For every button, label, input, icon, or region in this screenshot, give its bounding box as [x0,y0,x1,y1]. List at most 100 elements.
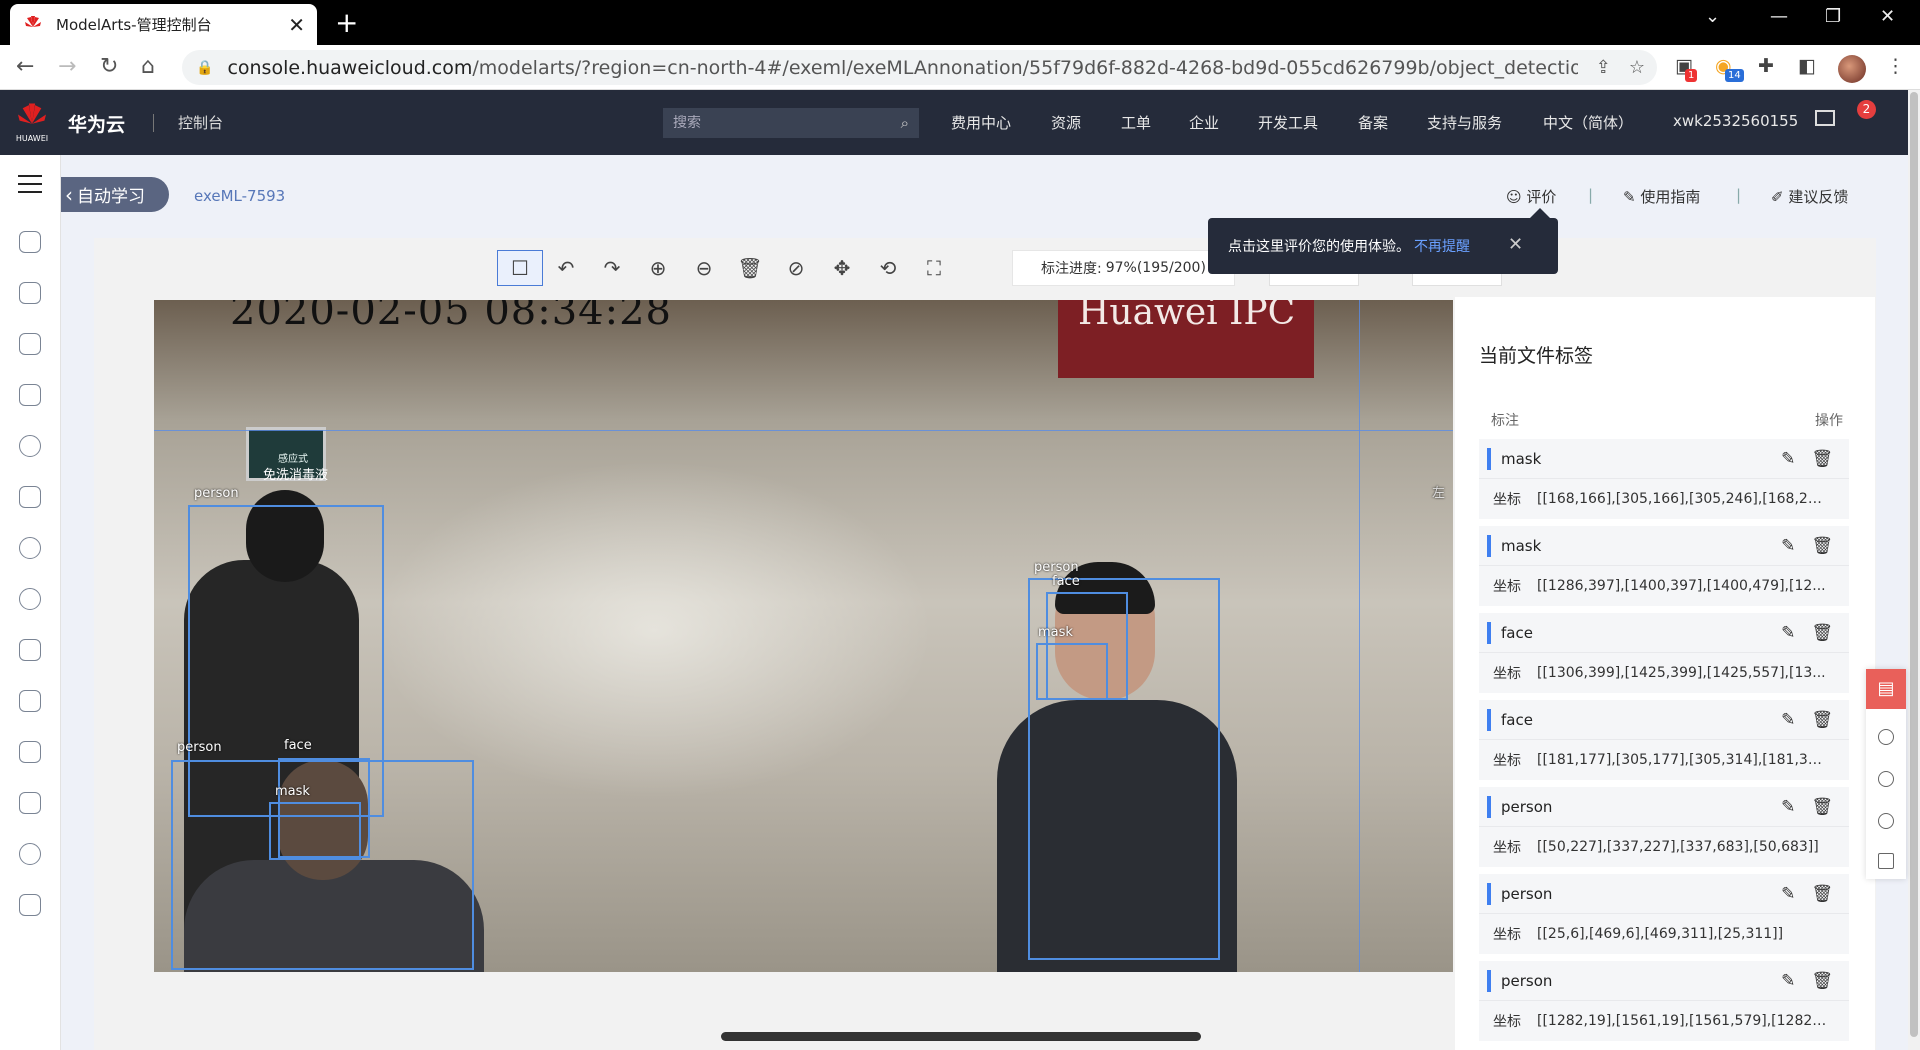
search-icon[interactable]: ⌕ [901,114,909,132]
headset-support-icon[interactable] [1878,771,1894,787]
url-omnibox[interactable]: 🔒 console.huaweicloud.com/modelarts/?reg… [182,50,1657,85]
bbox-mask[interactable] [269,802,361,860]
brand-name[interactable]: 华为云 [68,110,125,137]
reset-view-icon[interactable]: ⟲ [865,250,911,286]
edit-icon[interactable]: ✎ [1781,449,1795,469]
delete-icon[interactable]: 🗑 [727,250,773,286]
nav-language[interactable]: 中文（简体） [1543,112,1633,133]
label-item[interactable]: mask ✎ 🗑 坐标 [[168,166],[305,166],[305,246],… [1479,439,1849,519]
fullscreen-icon[interactable]: ⛶ [911,250,957,286]
menu-hamburger-icon[interactable] [18,175,42,195]
globe-icon[interactable] [19,537,41,559]
back-arrow-icon[interactable]: ← [16,54,34,79]
dont-remind-link[interactable]: 不再提醒 [1414,236,1470,256]
browser-tab[interactable]: ModelArts-管理控制台 ✕ [10,4,317,45]
nav-username[interactable]: xwk2532560155 [1673,112,1798,130]
label-item[interactable]: face ✎ 🗑 坐标 [[181,177],[305,177],[305,314],… [1479,700,1849,780]
home-icon[interactable]: ⌂ [141,54,155,79]
edit-icon[interactable]: ✎ [1781,536,1795,556]
rate-link[interactable]: ☺ 评价 [1506,186,1556,207]
task-name[interactable]: exeML-7593 [194,187,285,205]
tab-search-icon[interactable]: ⌄ [1705,6,1720,27]
delete-icon[interactable]: 🗑 [1811,971,1833,991]
nav-resources[interactable]: 资源 [1051,112,1081,133]
nav-filing[interactable]: 备案 [1358,112,1388,133]
close-tab-icon[interactable]: ✕ [288,13,305,37]
tooltip-close-icon[interactable]: ✕ [1508,234,1523,255]
guide-link[interactable]: ✎ 使用指南 [1623,186,1700,207]
browser-menu-icon[interactable]: ⋮ [1886,55,1905,77]
nav-enterprise[interactable]: 企业 [1189,112,1219,133]
puzzle-extensions-icon[interactable]: ✚ [1758,55,1774,77]
minimize-icon[interactable]: — [1770,6,1788,27]
nav-tickets[interactable]: 工单 [1121,112,1151,133]
delete-icon[interactable]: 🗑 [1811,797,1833,817]
cloud-service-icon[interactable] [19,231,41,253]
help-question-icon[interactable] [1878,813,1894,829]
edit-icon[interactable]: ✎ [1781,710,1795,730]
cluster-icon[interactable] [19,486,41,508]
move-icon[interactable]: ✥ [819,250,865,286]
label-item[interactable]: person ✎ 🗑 坐标 [[50,227],[337,227],[337,683]… [1479,787,1849,867]
zoom-in-icon[interactable]: ⊕ [635,250,681,286]
sidebar-toggle-icon[interactable]: ◧ [1798,55,1816,77]
edit-icon[interactable]: ✎ [1781,797,1795,817]
hide-labels-icon[interactable]: ⊘ [773,250,819,286]
huawei-cloud-logo[interactable]: HUAWEI [14,102,50,143]
delete-icon[interactable]: 🗑 [1811,449,1833,469]
label-item[interactable]: face ✎ 🗑 坐标 [[1306,399],[1425,399],[1425,55… [1479,613,1849,693]
reload-icon[interactable]: ↻ [100,54,118,79]
nav-billing[interactable]: 费用中心 [951,112,1011,133]
bookmark-star-icon[interactable]: ☆ [1629,57,1645,78]
undo-icon[interactable]: ↶ [543,250,589,286]
chart-doc-icon[interactable] [19,741,41,763]
rss-extension-icon[interactable]: ◉ 14 [1715,55,1744,82]
diamond-icon[interactable] [19,792,41,814]
label-item[interactable]: person ✎ 🗑 坐标 [[25,6],[469,6],[469,311],[25… [1479,874,1849,954]
global-search[interactable]: ⌕ [663,108,919,138]
mail-icon[interactable] [1815,110,1835,126]
image-canvas[interactable]: Huawei IPC 2020-02-05 08:34:28 感应式 免洗消毒液… [154,300,1453,972]
share-icon[interactable]: ⇪ [1596,57,1611,78]
bbox-mask[interactable] [1036,643,1108,700]
nav-dev-tools[interactable]: 开发工具 [1258,112,1318,133]
delete-icon[interactable]: 🗑 [1811,884,1833,904]
label-item[interactable]: mask ✎ 🗑 坐标 [[1286,397],[1400,397],[1400,47… [1479,526,1849,606]
feedback-link[interactable]: ✐ 建议反馈 [1771,186,1848,207]
edit-note-icon[interactable] [1878,853,1894,869]
console-link[interactable]: 控制台 [178,112,223,133]
profile-avatar[interactable] [1838,55,1866,83]
edit-icon[interactable]: ✎ [1781,971,1795,991]
extension-icon[interactable]: ▣ 1 [1675,55,1698,82]
cloud-stack-icon[interactable] [19,894,41,916]
label-item[interactable]: person ✎ 🗑 坐标 [[1282,19],[1561,19],[1561,57… [1479,961,1849,1041]
url-text[interactable]: console.huaweicloud.com/modelarts/?regio… [227,57,1577,79]
nav-support[interactable]: 支持与服务 [1427,112,1502,133]
zoom-out-icon[interactable]: ⊖ [681,250,727,286]
upload-cloud-icon[interactable] [19,333,41,355]
window-close-icon[interactable]: ✕ [1880,6,1895,27]
storage-icon[interactable] [19,282,41,304]
rect-tool-icon[interactable]: ☐ [497,250,543,286]
delete-icon[interactable]: 🗑 [1811,710,1833,730]
network-icon[interactable] [19,384,41,406]
redo-icon[interactable]: ↷ [589,250,635,286]
forward-arrow-icon[interactable]: → [58,54,76,79]
delete-icon[interactable]: 🗑 [1811,623,1833,643]
search-input[interactable] [673,115,901,131]
new-tab-button[interactable]: + [335,6,358,39]
canvas-horizontal-scrollbar[interactable] [721,1032,1201,1041]
edit-icon[interactable]: ✎ [1781,623,1795,643]
cdn-icon[interactable] [19,588,41,610]
page-scrollbar-thumb[interactable] [1910,92,1918,1037]
cloud-dots-icon[interactable] [19,639,41,661]
shield-icon[interactable] [19,690,41,712]
restore-icon[interactable]: ❐ [1825,6,1841,27]
chat-feedback-icon[interactable]: ▤ [1866,669,1906,709]
back-to-exeml-button[interactable]: ‹ 自动学习 [61,177,169,212]
smile-rate-icon[interactable] [1878,729,1894,745]
page-scrollbar[interactable] [1908,90,1920,1050]
delete-icon[interactable]: 🗑 [1811,536,1833,556]
ip-icon[interactable] [19,435,41,457]
monitor-wave-icon[interactable] [19,843,41,865]
